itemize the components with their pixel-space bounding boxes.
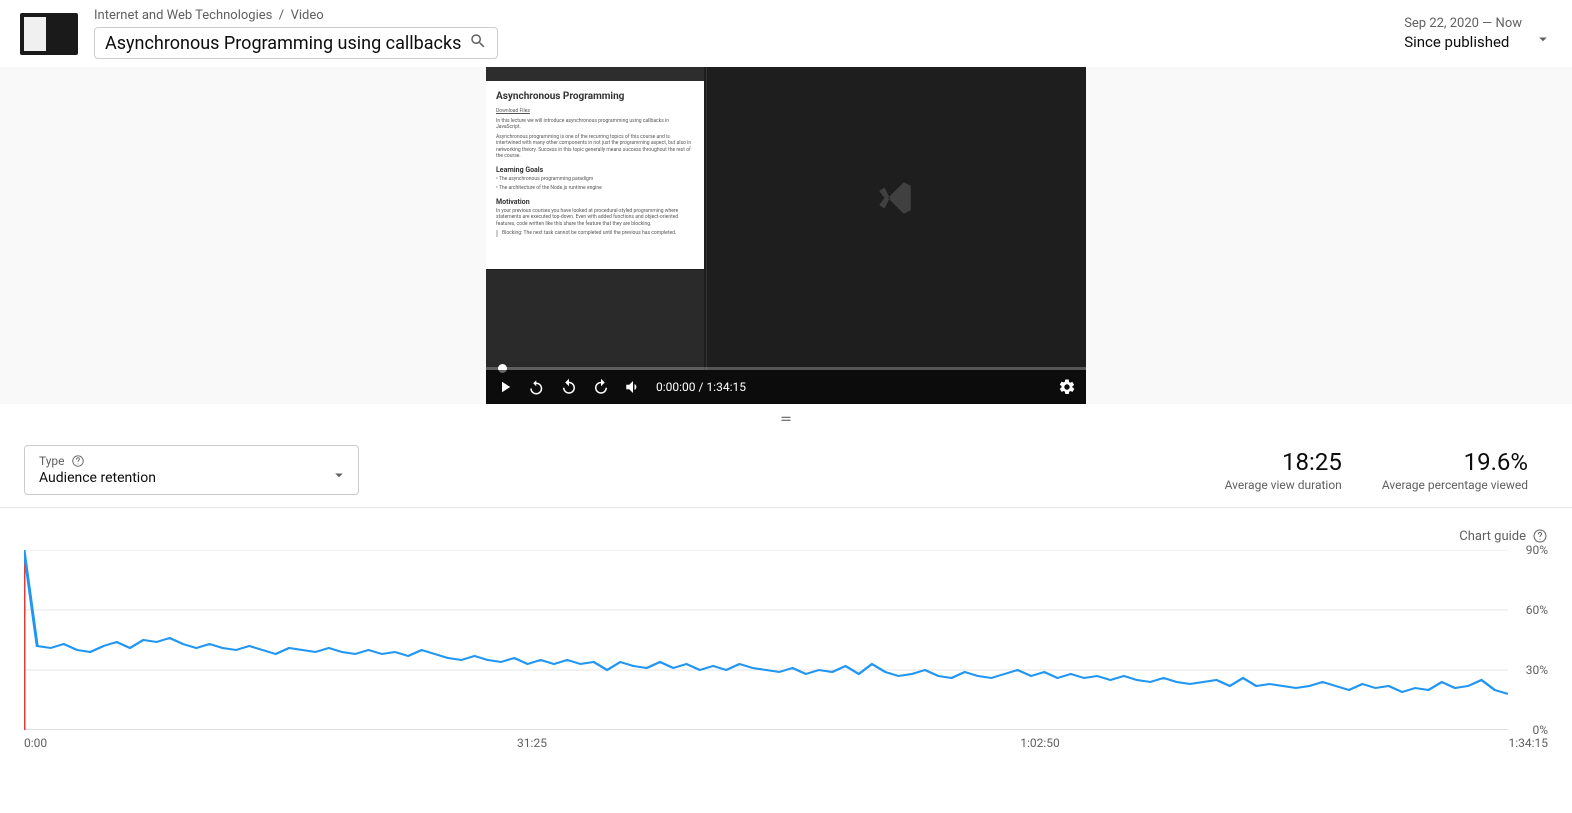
- metric-avg-duration: 18:25 Average view duration: [1205, 448, 1362, 492]
- y-tick-label: 60%: [1526, 603, 1548, 617]
- lecture-document: Asynchronous Programming Download Files …: [486, 81, 704, 269]
- chevron-down-icon: [1534, 30, 1552, 52]
- metric-pct-viewed: 19.6% Average percentage viewed: [1362, 448, 1548, 492]
- doc-intro: In this lecture we will introduce asynch…: [496, 118, 694, 131]
- video-thumbnail[interactable]: [20, 13, 78, 55]
- breadcrumb-parent[interactable]: Internet and Web Technologies: [94, 8, 272, 23]
- doc-goal-2: • The architecture of the Node.js runtim…: [496, 185, 694, 192]
- x-tick-label: 1:02:50: [1020, 736, 1060, 750]
- y-axis-labels: 0%30%60%90%: [1508, 550, 1548, 730]
- y-tick-label: 30%: [1526, 663, 1548, 677]
- metric-value: 19.6%: [1382, 448, 1528, 476]
- date-range-since: Since published: [1404, 33, 1522, 51]
- doc-para: Asynchronous programming is one of the r…: [496, 134, 694, 160]
- x-tick-label: 0:00: [24, 736, 47, 750]
- doc-goal-1: • The asynchronous programming paradigm: [496, 176, 694, 183]
- doc-download-link: Download Files: [496, 108, 694, 115]
- x-tick-label: 1:34:15: [1508, 736, 1548, 750]
- breadcrumb-section: Video: [291, 8, 324, 23]
- retention-chart[interactable]: [24, 550, 1508, 730]
- breadcrumb: Internet and Web Technologies / Video: [94, 8, 1388, 23]
- play-icon[interactable]: [496, 378, 514, 396]
- metric-label: Average view duration: [1225, 478, 1342, 492]
- timecode: 0:00:00 / 1:34:15: [656, 380, 746, 394]
- type-dropdown[interactable]: Type Audience retention: [24, 445, 359, 495]
- date-range-text: Sep 22, 2020 — Now: [1404, 16, 1522, 31]
- chart-guide-link[interactable]: Chart guide: [24, 528, 1548, 544]
- vscode-panel: [706, 67, 1086, 370]
- x-tick-label: 31:25: [517, 736, 547, 750]
- date-range-picker[interactable]: Sep 22, 2020 — Now Since published: [1404, 16, 1552, 51]
- resize-handle[interactable]: [0, 404, 1572, 433]
- doc-motivation-title: Motivation: [496, 198, 694, 206]
- type-value: Audience retention: [39, 470, 344, 486]
- browser-tab-bar: [486, 67, 704, 81]
- page-title: Asynchronous Programming using callbacks: [105, 33, 461, 54]
- help-icon: [1532, 528, 1548, 544]
- vscode-logo-icon: [874, 177, 916, 219]
- chevron-down-icon: [330, 466, 348, 488]
- forward-icon[interactable]: [592, 378, 610, 396]
- volume-icon[interactable]: [624, 378, 642, 396]
- doc-blocking-def: Blocking: The next task cannot be comple…: [496, 230, 694, 237]
- metric-value: 18:25: [1225, 448, 1342, 476]
- chart-guide-label: Chart guide: [1459, 529, 1526, 544]
- rewind-icon[interactable]: [560, 378, 578, 396]
- file-explorer-panel: [486, 270, 704, 370]
- doc-title: Asynchronous Programming: [496, 91, 694, 102]
- search-icon: [469, 32, 487, 54]
- help-icon[interactable]: [71, 454, 85, 468]
- x-axis-labels: 0:00 31:25 1:02:50 1:34:15: [24, 736, 1548, 752]
- video-player[interactable]: Asynchronous Programming Download Files …: [486, 67, 1086, 404]
- doc-motivation-para: In your previous courses you have looked…: [496, 208, 694, 228]
- settings-icon[interactable]: [1058, 378, 1076, 396]
- title-search[interactable]: Asynchronous Programming using callbacks: [94, 27, 498, 59]
- y-tick-label: 90%: [1526, 543, 1548, 557]
- metric-label: Average percentage viewed: [1382, 478, 1528, 492]
- type-label: Type: [39, 454, 65, 468]
- doc-goals-title: Learning Goals: [496, 166, 694, 174]
- y-tick-label: 0%: [1532, 723, 1548, 737]
- step-back-icon[interactable]: [528, 378, 546, 396]
